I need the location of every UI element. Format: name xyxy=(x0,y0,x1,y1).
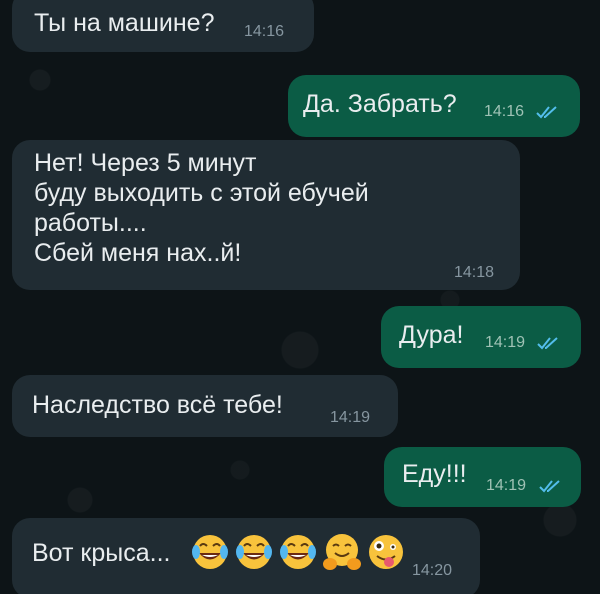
message-text-line: работы.... xyxy=(34,209,147,237)
outgoing-message[interactable]: Еду!!! 14:19 xyxy=(384,447,581,507)
hugging-face-emoji xyxy=(323,534,361,570)
message-text-line: Нет! Через 5 минут xyxy=(34,149,257,177)
message-text: Наследство всё тебе! xyxy=(32,391,283,419)
incoming-message[interactable]: Вот крыса... 14:20 xyxy=(12,518,480,594)
read-double-check-icon xyxy=(537,337,558,350)
incoming-message[interactable]: Ты на машине? 14:16 xyxy=(12,0,314,52)
tears-of-joy-emoji xyxy=(280,535,316,569)
message-text: Еду!!! xyxy=(402,460,467,488)
message-text: Вот крыса... xyxy=(32,539,171,567)
chat-background: Ты на машине? 14:16 Да. Забрать? 14:16 Н… xyxy=(0,0,600,594)
emoji-row xyxy=(190,532,406,572)
message-time: 14:20 xyxy=(412,562,453,579)
message-text: Ты на машине? xyxy=(34,9,215,37)
outgoing-message[interactable]: Дура! 14:19 xyxy=(381,306,581,368)
outgoing-message[interactable]: Да. Забрать? 14:16 xyxy=(288,75,580,137)
read-double-check-icon xyxy=(539,480,560,493)
message-time: 14:19 xyxy=(486,477,527,494)
incoming-message[interactable]: Наследство всё тебе! 14:19 xyxy=(12,375,398,437)
message-text-line: Сбей меня нах..й! xyxy=(34,239,242,267)
tears-of-joy-emoji xyxy=(192,535,228,569)
message-text: Дура! xyxy=(399,321,464,349)
message-time: 14:16 xyxy=(244,23,285,40)
tears-of-joy-emoji xyxy=(236,535,272,569)
message-time: 14:16 xyxy=(484,103,525,120)
message-time: 14:19 xyxy=(485,334,526,351)
incoming-message[interactable]: Нет! Через 5 минут буду выходить с этой … xyxy=(12,140,520,290)
read-double-check-icon xyxy=(536,106,557,119)
zany-face-emoji xyxy=(369,535,403,569)
message-text: Да. Забрать? xyxy=(303,90,457,118)
message-time: 14:18 xyxy=(454,264,495,281)
message-text-line: буду выходить с этой ебучей xyxy=(34,179,369,207)
message-time: 14:19 xyxy=(330,409,371,426)
